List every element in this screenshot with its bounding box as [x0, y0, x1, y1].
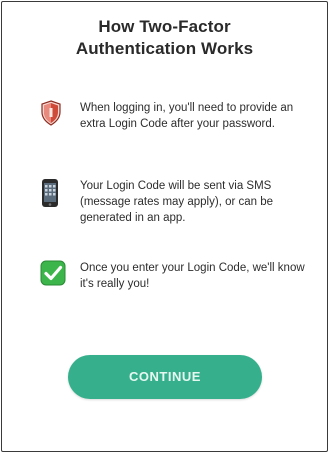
shield-icon [40, 100, 62, 131]
continue-button[interactable]: CONTINUE [68, 355, 262, 399]
two-factor-dialog: How Two-Factor Authentication Works When… [1, 1, 328, 452]
step-sms-code: Your Login Code will be sent via SMS (me… [40, 178, 310, 228]
checkmark-icon [40, 260, 66, 291]
step-text: Your Login Code will be sent via SMS (me… [80, 180, 274, 224]
step-verified: Once you enter your Login Code, we'll kn… [40, 260, 310, 296]
step-text: When logging in, you'll need to provide … [80, 102, 294, 130]
dialog-title-line-1: How Two-Factor [98, 17, 231, 36]
phone-icon [40, 178, 60, 213]
dialog-title-line-2: Authentication Works [75, 39, 254, 58]
step-text: Once you enter your Login Code, we'll kn… [80, 262, 305, 290]
dialog-title: How Two-Factor Authentication Works [2, 16, 327, 60]
step-login-code: When logging in, you'll need to provide … [40, 100, 310, 150]
